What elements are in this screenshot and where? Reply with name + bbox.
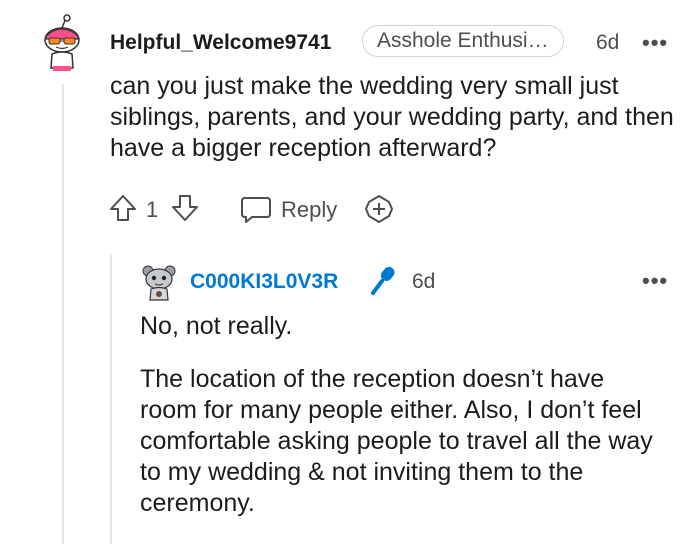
- comment-body: can you just make the wedding very small…: [110, 72, 674, 162]
- reply-paragraph-1: No, not really.: [140, 312, 293, 340]
- reply-more-options-icon[interactable]: •••: [642, 270, 668, 292]
- downvote-button[interactable]: [170, 193, 200, 223]
- award-icon: [365, 195, 393, 223]
- more-options-icon[interactable]: •••: [642, 32, 668, 54]
- reply-timestamp: 6d: [412, 270, 436, 293]
- thread-line-parent: [62, 84, 64, 544]
- avatar[interactable]: [36, 14, 88, 74]
- comment-bubble-icon: [241, 197, 271, 223]
- reply-button[interactable]: Reply: [240, 193, 340, 225]
- upvote-arrow-icon: [110, 195, 136, 221]
- user-flair: Asshole Enthusi…: [362, 25, 564, 57]
- comment-timestamp: 6d: [596, 31, 620, 54]
- thread-line-reply: [110, 254, 112, 544]
- vote-count: 1: [146, 197, 159, 222]
- upvote-button[interactable]: [108, 193, 138, 223]
- mic-icon: [368, 264, 398, 298]
- award-button[interactable]: [364, 194, 394, 224]
- comment-username[interactable]: Helpful_Welcome9741: [110, 31, 331, 55]
- reply-username[interactable]: C000KI3L0V3R: [190, 270, 338, 294]
- reply-label: Reply: [281, 197, 338, 222]
- reply-paragraph-2: The location of the reception doesn’t ha…: [140, 365, 653, 517]
- reply-avatar[interactable]: [140, 262, 178, 302]
- downvote-arrow-icon: [172, 195, 198, 221]
- snoo-avatar-icon: [44, 14, 80, 71]
- snoo-avatar-icon: [142, 265, 176, 301]
